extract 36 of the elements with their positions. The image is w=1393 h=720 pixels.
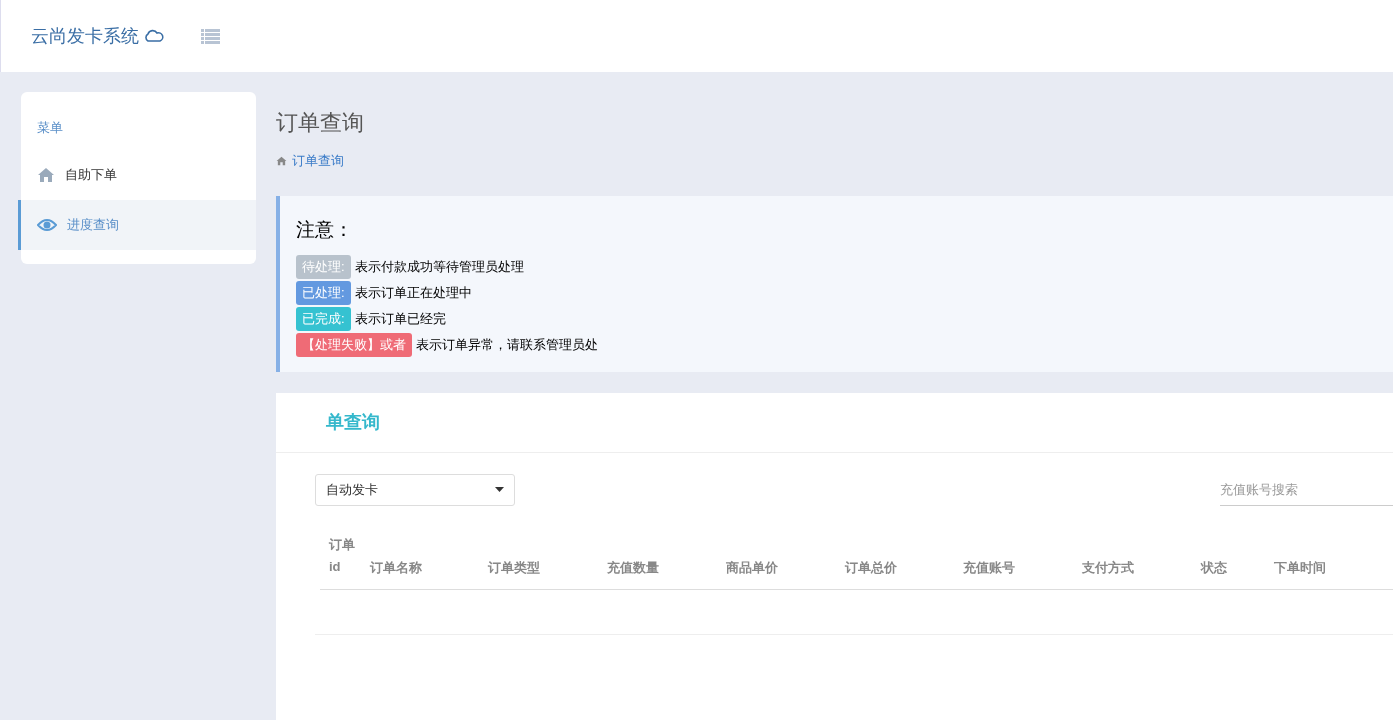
notice-title: 注意： [296,217,354,242]
cloud-icon [143,29,165,43]
column-header: 支付方式 [1082,559,1136,577]
sidebar-item[interactable]: 自助下单 [21,149,256,200]
status-description: 表示订单异常，请联系管理员处 [416,336,598,355]
status-description: 表示订单正在处理中 [354,284,472,303]
column-header: 下单时间 [1274,559,1328,577]
menu-icon[interactable] [201,28,220,44]
column-header: 订单id [328,535,356,576]
home-icon [37,166,55,183]
column-header: 充值账号 [963,559,1017,577]
home-icon [276,155,287,166]
column-header: 订单名称 [369,559,423,577]
status-badge: 待处理: [296,255,351,279]
column-header: 商品单价 [725,559,779,577]
sidebar-label: 进度查询 [67,215,119,234]
sidebar-label: 自助下单 [65,165,117,184]
status-badge: 已处理: [296,281,351,305]
breadcrumb-link[interactable]: 订单查询 [292,151,344,171]
type-select[interactable]: 自动发卡 [315,473,515,506]
status-badge: 【处理失败】或者 [296,333,412,357]
page-title: 订单查询 [276,109,365,137]
caret-icon [495,487,504,492]
logo[interactable]: 云尚发卡系统 [31,22,139,50]
column-header: 订单类型 [488,559,542,577]
menu-heading: 菜单 [36,119,64,137]
search-field[interactable]: 充值账号搜索 [1220,473,1393,506]
column-header: 状态 [1200,559,1228,577]
section-title: 单查询 [326,410,380,434]
eye-icon [37,217,57,232]
status-badge: 已完成: [296,307,351,331]
column-header: 充值数量 [607,559,661,577]
column-header: 订单总价 [844,559,898,577]
status-description: 表示订单已经完 [354,310,446,329]
sidebar-item[interactable]: 进度查询 [18,199,256,250]
status-description: 表示付款成功等待管理员处理 [354,258,524,277]
